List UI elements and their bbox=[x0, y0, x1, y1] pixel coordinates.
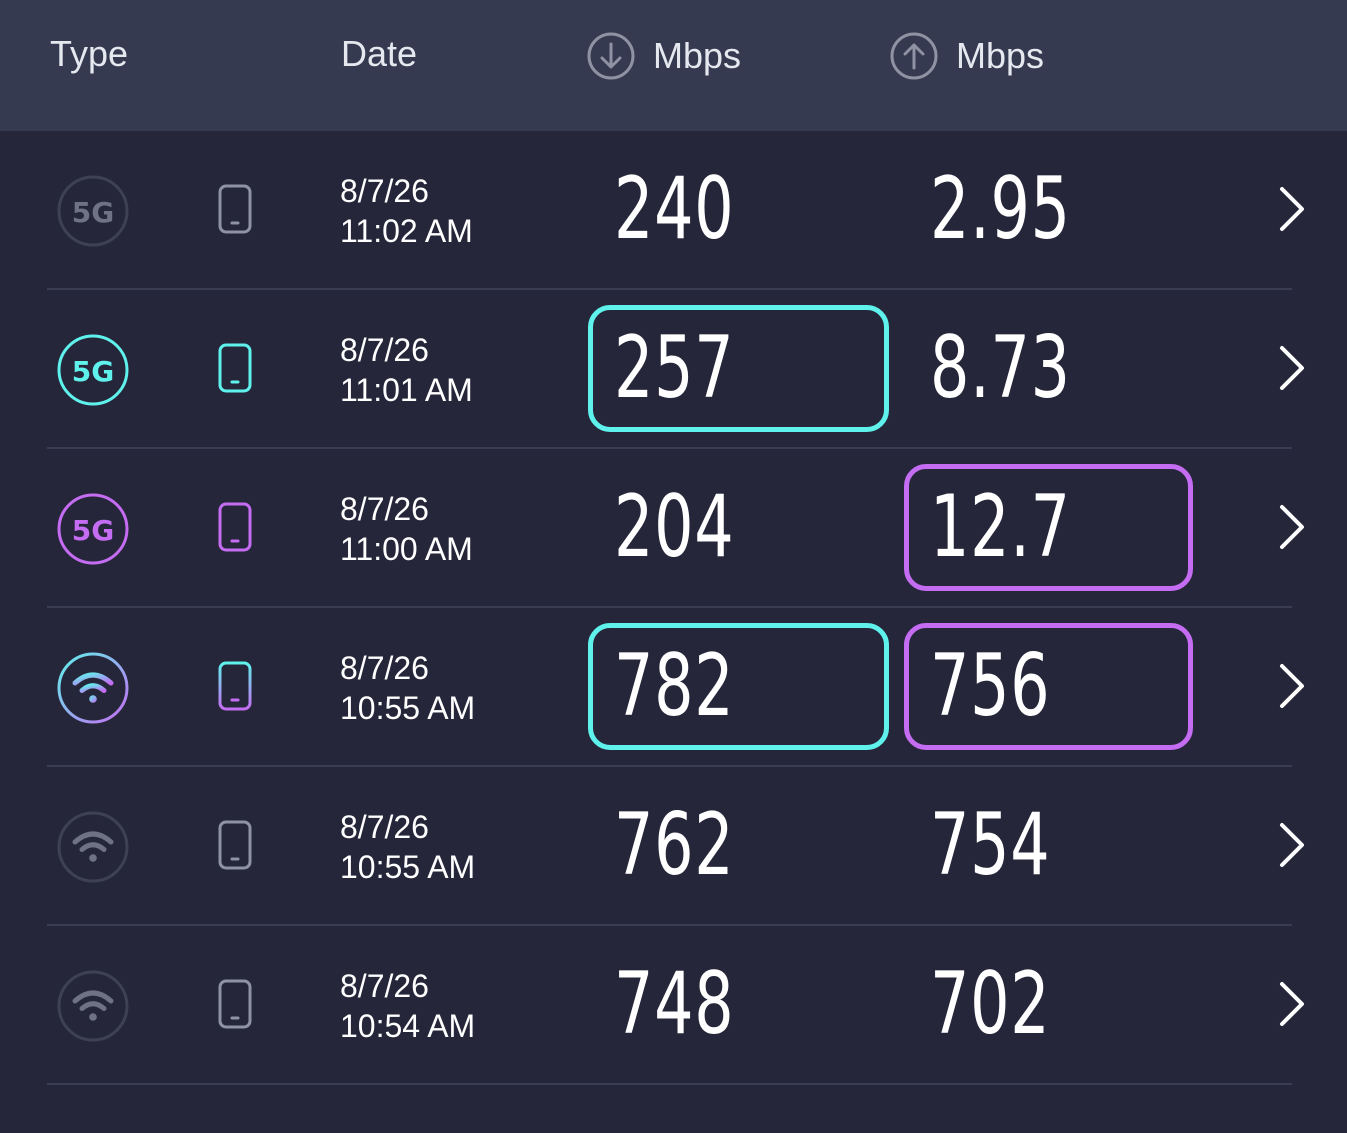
result-time: 10:54 AM bbox=[340, 1008, 476, 1044]
row-divider bbox=[47, 1083, 1292, 1085]
result-time: 10:55 AM bbox=[340, 690, 476, 726]
chevron-right-icon[interactable] bbox=[1270, 185, 1314, 233]
upload-column-label: Mbps bbox=[956, 35, 1045, 76]
result-timestamp: 8/7/26 10:55 AM bbox=[340, 648, 475, 728]
5g-icon: 5G bbox=[57, 493, 129, 565]
5g-icon: 5G bbox=[57, 175, 129, 247]
result-date: 8/7/26 bbox=[340, 809, 429, 845]
upload-speed-value: 702 bbox=[930, 954, 1051, 1054]
result-row[interactable]: 5G 8/7/26 11:02 AM 240 2.95 bbox=[0, 131, 1347, 290]
arrow-down-circle-icon bbox=[587, 32, 635, 80]
result-time: 11:02 AM bbox=[340, 213, 473, 249]
download-column-header[interactable]: Mbps bbox=[587, 32, 741, 80]
phone-icon bbox=[218, 502, 252, 552]
type-column-header[interactable]: Type bbox=[50, 32, 128, 76]
date-column-header[interactable]: Date bbox=[341, 32, 417, 76]
5g-icon: 5G bbox=[57, 334, 129, 406]
result-timestamp: 8/7/26 11:01 AM bbox=[340, 330, 473, 410]
upload-column-header[interactable]: Mbps bbox=[890, 32, 1044, 80]
result-row[interactable]: 8/7/26 10:55 AM 782 756 bbox=[0, 608, 1347, 767]
upload-speed-value: 754 bbox=[930, 795, 1051, 895]
result-date: 8/7/26 bbox=[340, 332, 429, 368]
chevron-right-icon[interactable] bbox=[1270, 503, 1314, 551]
result-time: 11:01 AM bbox=[340, 372, 473, 408]
result-date: 8/7/26 bbox=[340, 650, 429, 686]
wifi-icon bbox=[57, 811, 129, 883]
result-time: 10:55 AM bbox=[340, 849, 476, 885]
result-timestamp: 8/7/26 11:02 AM bbox=[340, 171, 473, 251]
upload-speed-value: 756 bbox=[930, 636, 1051, 736]
chevron-right-icon[interactable] bbox=[1270, 821, 1314, 869]
upload-speed-value: 2.95 bbox=[930, 159, 1071, 259]
result-date: 8/7/26 bbox=[340, 491, 429, 527]
result-date: 8/7/26 bbox=[340, 173, 429, 209]
wifi-icon bbox=[57, 970, 129, 1042]
result-date: 8/7/26 bbox=[340, 968, 429, 1004]
phone-icon bbox=[218, 184, 252, 234]
download-column-label: Mbps bbox=[653, 35, 742, 76]
result-timestamp: 8/7/26 10:54 AM bbox=[340, 966, 475, 1046]
result-timestamp: 8/7/26 10:55 AM bbox=[340, 807, 475, 887]
upload-speed-value: 12.7 bbox=[930, 477, 1071, 577]
chevron-right-icon[interactable] bbox=[1270, 980, 1314, 1028]
result-row[interactable]: 5G 8/7/26 11:01 AM 257 8.73 bbox=[0, 290, 1347, 449]
upload-speed-value: 8.73 bbox=[930, 318, 1071, 418]
5g-label: 5G bbox=[72, 355, 114, 388]
download-speed-value: 240 bbox=[614, 159, 735, 259]
phone-icon bbox=[218, 661, 252, 711]
download-speed-value: 762 bbox=[614, 795, 735, 895]
download-speed-value: 748 bbox=[614, 954, 735, 1054]
result-time: 11:00 AM bbox=[340, 531, 473, 567]
phone-icon bbox=[218, 820, 252, 870]
result-row[interactable]: 8/7/26 10:55 AM 762 754 bbox=[0, 767, 1347, 926]
download-speed-value: 782 bbox=[614, 636, 735, 736]
chevron-right-icon[interactable] bbox=[1270, 344, 1314, 392]
phone-icon bbox=[218, 979, 252, 1029]
type-column-label: Type bbox=[50, 33, 129, 74]
arrow-up-circle-icon bbox=[890, 32, 938, 80]
phone-icon bbox=[218, 343, 252, 393]
results-header: Type Date Mbps Mbps bbox=[0, 0, 1347, 131]
result-timestamp: 8/7/26 11:00 AM bbox=[340, 489, 473, 569]
result-row[interactable]: 8/7/26 10:54 AM 748 702 bbox=[0, 926, 1347, 1085]
wifi-icon bbox=[57, 652, 129, 724]
download-speed-value: 204 bbox=[614, 477, 735, 577]
date-column-label: Date bbox=[341, 33, 418, 74]
result-row[interactable]: 5G 8/7/26 11:00 AM 204 12.7 bbox=[0, 449, 1347, 608]
5g-label: 5G bbox=[72, 514, 114, 547]
chevron-right-icon[interactable] bbox=[1270, 662, 1314, 710]
5g-label: 5G bbox=[72, 196, 114, 229]
download-speed-value: 257 bbox=[614, 318, 735, 418]
